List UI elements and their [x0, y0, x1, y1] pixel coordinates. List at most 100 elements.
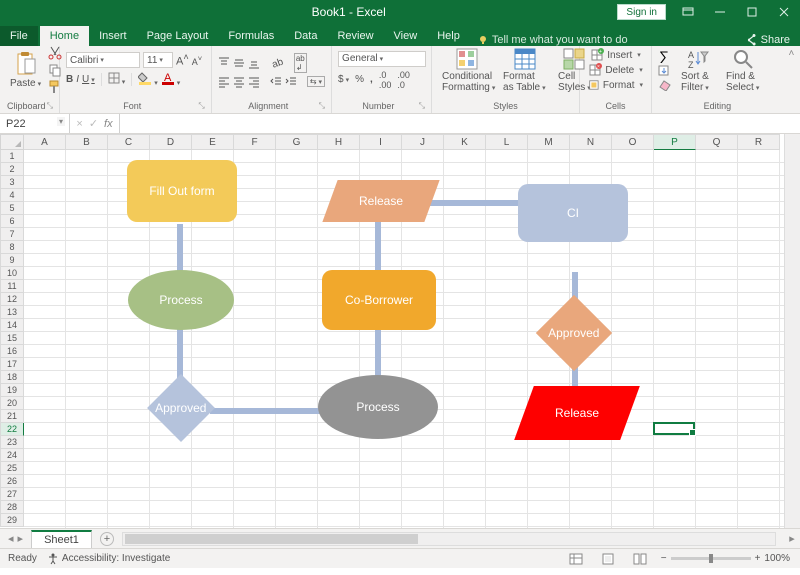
enter-formula-icon[interactable]: ✓: [89, 117, 98, 130]
minimize-button[interactable]: [704, 0, 736, 24]
accessibility-status[interactable]: Accessibility: Investigate: [47, 553, 170, 565]
column-header[interactable]: B: [66, 134, 108, 150]
column-header[interactable]: O: [612, 134, 654, 150]
tab-data[interactable]: Data: [284, 26, 327, 46]
column-header[interactable]: J: [402, 134, 444, 150]
row-header[interactable]: 4: [0, 189, 24, 202]
normal-view-button[interactable]: [565, 551, 587, 567]
column-header[interactable]: H: [318, 134, 360, 150]
name-box[interactable]: P22: [0, 114, 70, 133]
row-header[interactable]: 10: [0, 267, 24, 280]
collapse-ribbon-button[interactable]: ˄: [783, 46, 800, 113]
row-header[interactable]: 22: [0, 423, 24, 436]
row-header[interactable]: 3: [0, 176, 24, 189]
row-header[interactable]: 1: [0, 150, 24, 163]
font-name-select[interactable]: Calibri: [66, 52, 140, 68]
vertical-scrollbar[interactable]: [784, 134, 800, 528]
tell-me-search[interactable]: Tell me what you want to do: [478, 34, 628, 46]
wrap-text-button[interactable]: ab↲: [294, 53, 307, 73]
insert-cells-button[interactable]: +Insert: [586, 48, 645, 62]
merge-center-button[interactable]: ⇆: [307, 76, 325, 87]
row-header[interactable]: 29: [0, 514, 24, 527]
shape-process-center[interactable]: Process: [318, 375, 438, 439]
add-sheet-button[interactable]: +: [100, 532, 114, 546]
column-headers[interactable]: ABCDEFGHIJKLMNOPQR: [24, 134, 784, 150]
row-header[interactable]: 26: [0, 475, 24, 488]
underline-button[interactable]: U: [82, 74, 95, 85]
shape-ci[interactable]: CI: [518, 184, 628, 242]
format-cells-button[interactable]: Format: [586, 78, 645, 92]
zoom-in-button[interactable]: +: [755, 553, 761, 564]
column-header[interactable]: D: [150, 134, 192, 150]
cells-area[interactable]: Fill Out form Release CI Process Co-Borr…: [24, 150, 784, 528]
column-header[interactable]: P: [654, 134, 696, 150]
sheet-tab-1[interactable]: Sheet1: [31, 530, 92, 548]
percent-button[interactable]: %: [355, 74, 364, 85]
row-header[interactable]: 23: [0, 436, 24, 449]
column-header[interactable]: Q: [696, 134, 738, 150]
horizontal-scrollbar[interactable]: [122, 532, 776, 546]
delete-cells-button[interactable]: ×Delete: [586, 63, 645, 77]
decrease-decimal-button[interactable]: .00.0: [397, 70, 410, 90]
increase-indent-icon[interactable]: [285, 76, 297, 88]
paste-button[interactable]: Paste: [6, 51, 45, 89]
cancel-formula-icon[interactable]: ×: [76, 118, 82, 130]
shape-process-left[interactable]: Process: [128, 270, 234, 330]
number-format-select[interactable]: General: [338, 51, 426, 67]
tab-help[interactable]: Help: [427, 26, 470, 46]
zoom-slider[interactable]: [671, 557, 751, 560]
tab-review[interactable]: Review: [327, 26, 383, 46]
shape-release-red[interactable]: Release: [514, 386, 640, 440]
align-center-icon[interactable]: [233, 76, 245, 88]
comma-button[interactable]: ,: [370, 74, 373, 85]
shape-fill-out-form[interactable]: Fill Out form: [127, 160, 237, 222]
increase-decimal-button[interactable]: .0.00: [379, 70, 392, 90]
row-headers[interactable]: 1234567891011121314151617181920212223242…: [0, 150, 24, 528]
shape-approved-right[interactable]: Approved: [536, 295, 612, 371]
row-header[interactable]: 13: [0, 306, 24, 319]
conditional-formatting-button[interactable]: Conditional Formatting: [438, 48, 496, 93]
row-header[interactable]: 5: [0, 202, 24, 215]
sign-in-button[interactable]: Sign in: [617, 4, 666, 20]
shape-approved-left[interactable]: Approved: [147, 374, 215, 442]
column-header[interactable]: G: [276, 134, 318, 150]
insert-function-icon[interactable]: fx: [104, 118, 113, 130]
column-header[interactable]: L: [486, 134, 528, 150]
tab-home[interactable]: Home: [40, 26, 89, 46]
orientation-icon[interactable]: ab: [272, 57, 284, 69]
row-header[interactable]: 12: [0, 293, 24, 306]
column-header[interactable]: A: [24, 134, 66, 150]
align-middle-icon[interactable]: [233, 57, 245, 69]
row-header[interactable]: 9: [0, 254, 24, 267]
shape-co-borrower[interactable]: Co-Borrower: [322, 270, 436, 330]
clear-icon[interactable]: [658, 79, 672, 91]
page-layout-view-button[interactable]: [597, 551, 619, 567]
italic-button[interactable]: I: [76, 74, 79, 85]
bold-button[interactable]: B: [66, 74, 73, 85]
font-size-select[interactable]: 11: [143, 52, 173, 68]
align-right-icon[interactable]: [248, 76, 260, 88]
row-header[interactable]: 8: [0, 241, 24, 254]
row-header[interactable]: 20: [0, 397, 24, 410]
row-header[interactable]: 14: [0, 319, 24, 332]
align-top-icon[interactable]: [218, 57, 230, 69]
font-shrink-icon[interactable]: A˅: [192, 54, 202, 67]
find-select-button[interactable]: Find & Select: [722, 48, 764, 93]
row-header[interactable]: 24: [0, 449, 24, 462]
ribbon-options-button[interactable]: [672, 0, 704, 24]
maximize-button[interactable]: [736, 0, 768, 24]
tab-page-layout[interactable]: Page Layout: [137, 26, 219, 46]
row-header[interactable]: 11: [0, 280, 24, 293]
column-header[interactable]: M: [528, 134, 570, 150]
spreadsheet-grid[interactable]: ABCDEFGHIJKLMNOPQR 123456789101112131415…: [0, 134, 800, 528]
select-all-button[interactable]: [0, 134, 24, 150]
formula-input[interactable]: [120, 114, 800, 133]
autosum-icon[interactable]: ∑: [658, 49, 674, 63]
tab-insert[interactable]: Insert: [89, 26, 137, 46]
row-header[interactable]: 18: [0, 371, 24, 384]
fill-color-button[interactable]: [138, 71, 158, 88]
sort-filter-button[interactable]: AZ Sort & Filter: [677, 48, 719, 93]
column-header[interactable]: I: [360, 134, 402, 150]
accounting-format-button[interactable]: $: [338, 74, 349, 85]
scroll-right-button[interactable]: ▸: [784, 532, 800, 545]
